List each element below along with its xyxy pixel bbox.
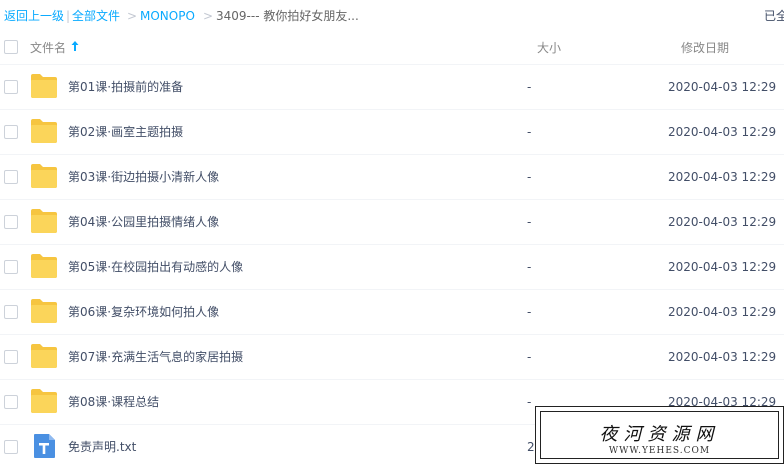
folder-icon bbox=[31, 389, 57, 413]
file-row[interactable]: 第05课·在校园拍出有动感的人像 - 2020-04-03 12:29 bbox=[0, 245, 784, 290]
watermark-title: 夜河资源网 bbox=[599, 424, 720, 445]
file-row[interactable]: 第04课·公园里拍摄情绪人像 - 2020-04-03 12:29 bbox=[0, 200, 784, 245]
file-name[interactable]: 第06课·复杂环境如何拍人像 bbox=[68, 304, 219, 320]
breadcrumb-separator: > bbox=[127, 9, 138, 23]
breadcrumb-separator: > bbox=[203, 9, 214, 23]
file-name[interactable]: 第03课·街边拍摄小清新人像 bbox=[68, 169, 219, 185]
list-header: 文件名 大小 修改日期 bbox=[0, 32, 784, 65]
file-name[interactable]: 第07课·充满生活气息的家居拍摄 bbox=[68, 349, 243, 365]
file-modified-date: 2020-04-03 12:29 bbox=[668, 170, 777, 184]
file-name[interactable]: 免责声明.txt bbox=[68, 439, 136, 455]
file-row[interactable]: 第07课·充满生活气息的家居拍摄 - 2020-04-03 12:29 bbox=[0, 335, 784, 380]
select-all-checkbox[interactable] bbox=[4, 40, 18, 54]
breadcrumb: 返回上一级 | 全部文件 > MONOPO > 3409--- 教你拍好女朋友.… bbox=[0, 0, 784, 32]
row-checkbox[interactable] bbox=[4, 395, 18, 409]
file-size: - bbox=[527, 215, 532, 229]
file-modified-date: 2020-04-03 12:29 bbox=[668, 305, 777, 319]
watermark-frame: 夜河资源网 WWW.YEHES.COM bbox=[540, 411, 779, 459]
breadcrumb-separator: | bbox=[66, 9, 71, 23]
folder-icon bbox=[31, 209, 57, 233]
row-checkbox[interactable] bbox=[4, 305, 18, 319]
row-checkbox[interactable] bbox=[4, 215, 18, 229]
file-size: - bbox=[527, 350, 532, 364]
folder-icon bbox=[31, 299, 57, 323]
date-column-header[interactable]: 修改日期 bbox=[681, 40, 729, 56]
file-name[interactable]: 第05课·在校园拍出有动感的人像 bbox=[68, 259, 243, 275]
row-checkbox[interactable] bbox=[4, 260, 18, 274]
txt-file-icon bbox=[34, 434, 55, 458]
folder-icon bbox=[31, 164, 57, 188]
file-modified-date: 2020-04-03 12:29 bbox=[668, 125, 777, 139]
name-column-header[interactable]: 文件名 bbox=[30, 40, 66, 56]
row-checkbox[interactable] bbox=[4, 125, 18, 139]
sort-ascending-icon[interactable] bbox=[71, 40, 79, 52]
row-checkbox[interactable] bbox=[4, 170, 18, 184]
watermark-logo: 夜河资源网 WWW.YEHES.COM bbox=[535, 406, 784, 464]
breadcrumb-current: 3409--- 教你拍好女朋友... bbox=[216, 9, 359, 23]
back-link[interactable]: 返回上一级 bbox=[4, 8, 64, 24]
file-row[interactable]: 第03课·街边拍摄小清新人像 - 2020-04-03 12:29 bbox=[0, 155, 784, 200]
file-row[interactable]: 第06课·复杂环境如何拍人像 - 2020-04-03 12:29 bbox=[0, 290, 784, 335]
loaded-status: 已全 bbox=[764, 9, 784, 23]
file-modified-date: 2020-04-03 12:29 bbox=[668, 215, 777, 229]
folder-icon bbox=[31, 254, 57, 278]
file-name[interactable]: 第04课·公园里拍摄情绪人像 bbox=[68, 214, 219, 230]
file-size: - bbox=[527, 305, 532, 319]
watermark-url: WWW.YEHES.COM bbox=[608, 446, 711, 456]
file-name[interactable]: 第08课·课程总结 bbox=[68, 394, 159, 410]
file-size: - bbox=[527, 125, 532, 139]
file-size: - bbox=[527, 80, 532, 94]
file-size: - bbox=[527, 395, 532, 409]
file-name[interactable]: 第01课·拍摄前的准备 bbox=[68, 79, 183, 95]
row-checkbox[interactable] bbox=[4, 80, 18, 94]
file-modified-date: 2020-04-03 12:29 bbox=[668, 80, 777, 94]
folder-icon bbox=[31, 344, 57, 368]
size-column-header[interactable]: 大小 bbox=[537, 40, 561, 56]
file-modified-date: 2020-04-03 12:29 bbox=[668, 350, 777, 364]
row-checkbox[interactable] bbox=[4, 350, 18, 364]
folder-icon bbox=[31, 74, 57, 98]
breadcrumb-folder-link[interactable]: MONOPO bbox=[140, 8, 195, 24]
file-row[interactable]: 第02课·画室主题拍摄 - 2020-04-03 12:29 bbox=[0, 110, 784, 155]
file-size: - bbox=[527, 260, 532, 274]
file-name[interactable]: 第02课·画室主题拍摄 bbox=[68, 124, 183, 140]
all-files-link[interactable]: 全部文件 bbox=[72, 8, 120, 24]
folder-icon bbox=[31, 119, 57, 143]
row-checkbox[interactable] bbox=[4, 440, 18, 454]
file-row[interactable]: 第01课·拍摄前的准备 - 2020-04-03 12:29 bbox=[0, 65, 784, 110]
file-modified-date: 2020-04-03 12:29 bbox=[668, 260, 777, 274]
file-size: - bbox=[527, 170, 532, 184]
